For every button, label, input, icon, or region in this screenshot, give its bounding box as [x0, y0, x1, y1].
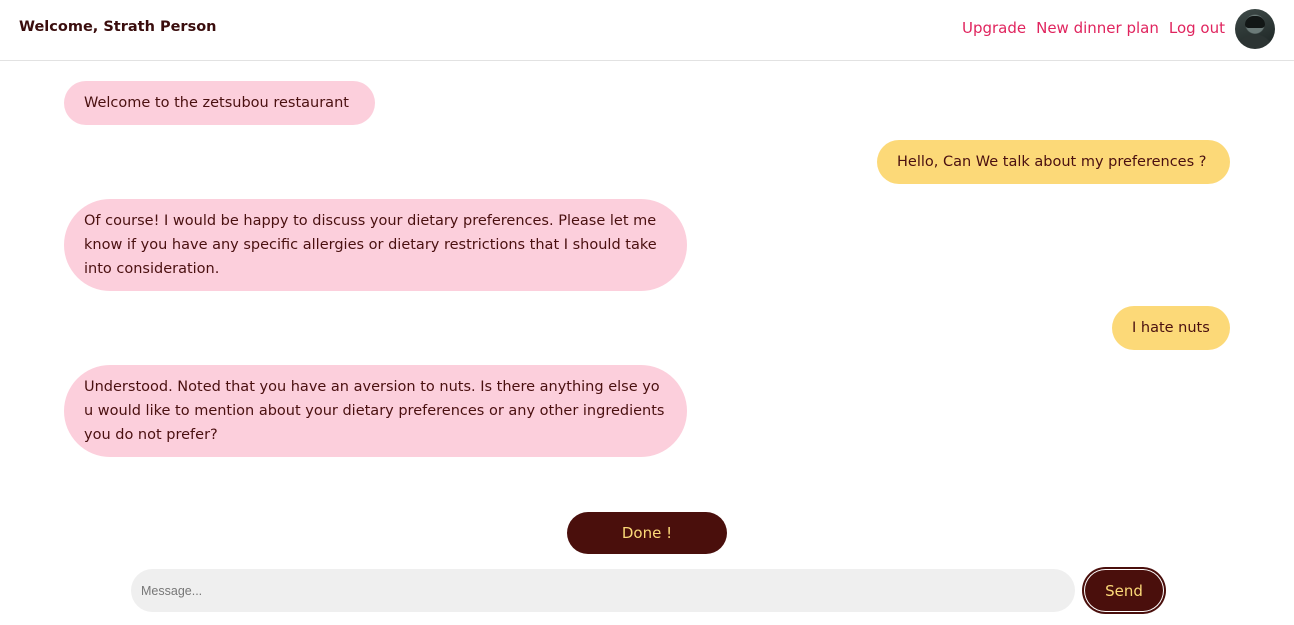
user-message-bubble: I hate nuts — [1112, 306, 1230, 350]
message-input[interactable] — [131, 569, 1075, 612]
send-button[interactable]: Send — [1084, 569, 1164, 612]
bot-message-bubble: Understood. Noted that you have an avers… — [64, 365, 687, 457]
upgrade-link[interactable]: Upgrade — [962, 19, 1026, 37]
header-nav: Upgrade New dinner plan Log out — [962, 19, 1225, 37]
top-navigation-bar: Welcome, Strath Person Upgrade New dinne… — [0, 0, 1294, 61]
welcome-title: Welcome, Strath Person — [19, 19, 217, 35]
new-dinner-plan-link[interactable]: New dinner plan — [1036, 19, 1159, 37]
bot-message-bubble: Of course! I would be happy to discuss y… — [64, 199, 687, 291]
bot-message-bubble: Welcome to the zetsubou restaurant — [64, 81, 375, 125]
done-button[interactable]: Done ! — [567, 512, 727, 554]
log-out-link[interactable]: Log out — [1169, 19, 1225, 37]
user-message-bubble: Hello, Can We talk about my preferences … — [877, 140, 1230, 184]
user-avatar-icon[interactable] — [1235, 9, 1275, 49]
avatar-hair-shape — [1245, 16, 1265, 28]
